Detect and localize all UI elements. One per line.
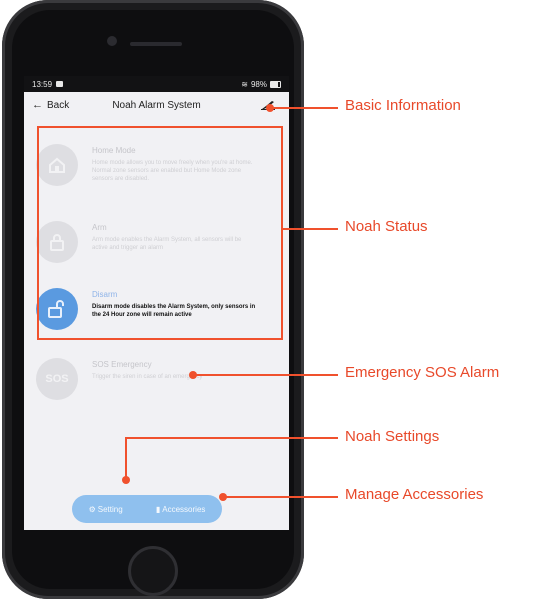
gear-icon: ⚙ [88,504,96,514]
label-basic-information: Basic Information [345,97,461,114]
bottom-action-bar: ⚙ Setting ▮ Accessories [72,495,222,523]
status-highlight-box [37,126,283,340]
back-label: Back [47,99,70,111]
setting-label: Setting [97,504,123,514]
sos-badge: SOS [45,373,69,385]
accessories-label: Accessories [162,504,206,514]
status-time: 13:59 [32,79,53,89]
accessory-icon: ▮ [155,504,161,514]
earpiece-speaker [130,42,182,46]
back-button[interactable]: ← Back [32,99,69,111]
label-noah-settings: Noah Settings [345,428,440,445]
battery-percent: 98% [250,79,267,89]
setting-button[interactable]: ⚙ Setting [89,505,123,514]
callout-line [125,437,338,439]
app-bar: ← Back Noah Alarm System [24,92,289,118]
label-noah-status: Noah Status [345,218,428,235]
callout-line [125,437,127,479]
wifi-icon: ≋ [241,79,248,89]
mode-title: SOS Emergency [92,360,152,369]
callout-line [283,228,338,230]
accessories-button[interactable]: ▮ Accessories [156,505,206,514]
mode-sos[interactable]: SOS SOS Emergency Trigger the siren in c… [36,358,276,400]
callout-line [225,496,338,498]
battery-icon [270,80,281,88]
front-camera [107,36,117,46]
home-button[interactable] [128,546,178,596]
notification-icon [56,81,64,87]
callout-line [272,107,338,109]
label-emergency-sos: Emergency SOS Alarm [345,364,500,381]
label-manage-accessories: Manage Accessories [345,486,484,503]
sos-button[interactable]: SOS [36,358,78,400]
callout-line [195,374,338,376]
status-bar: 13:59 ≋ 98% [24,76,289,92]
back-arrow-icon: ← [32,99,43,111]
